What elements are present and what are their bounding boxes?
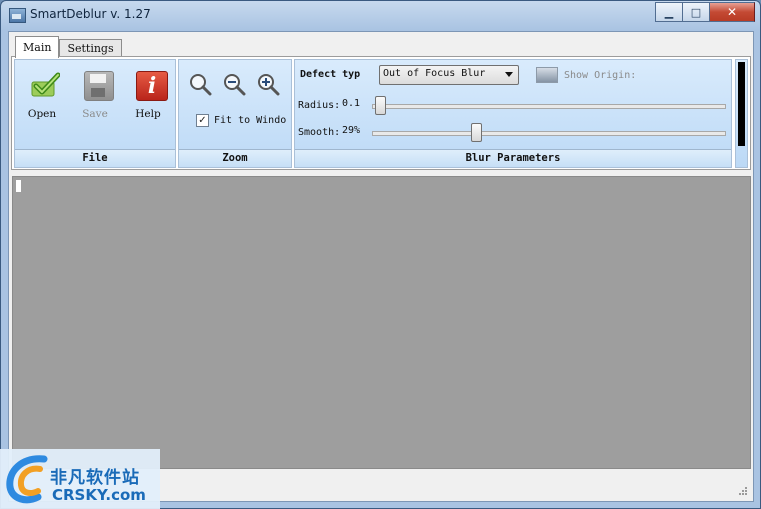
zoom-in-icon[interactable] <box>256 72 280 96</box>
tab-main[interactable]: Main <box>15 36 60 58</box>
file-group-label: File <box>15 149 175 167</box>
title-bar[interactable]: SmartDeblur v. 1.27 ▁ □ ✕ <box>1 1 760 31</box>
close-icon: ✕ <box>726 5 738 19</box>
zoom-fit-icon[interactable] <box>188 72 212 96</box>
client-area: Main Settings Open Save i Help File ✓ Fi… <box>8 31 754 502</box>
ribbon-side-panel <box>735 59 748 168</box>
fit-to-window-checkbox[interactable]: ✓ <box>196 114 209 127</box>
info-icon: i <box>136 71 168 101</box>
show-original-label: Show Origin: <box>564 69 637 81</box>
smooth-slider-track[interactable] <box>372 131 726 136</box>
preview-strip <box>738 62 745 146</box>
canvas-cursor <box>16 180 21 192</box>
open-check-icon <box>31 72 60 97</box>
watermark-chinese-text: 非凡软件站 <box>50 468 140 488</box>
smooth-label: Smooth: <box>298 127 341 138</box>
help-label: Help <box>135 108 161 120</box>
minimize-icon: ▁ <box>664 5 674 19</box>
save-button[interactable]: Save <box>70 66 120 120</box>
window-controls: ▁ □ ✕ <box>655 2 755 22</box>
radius-slider-thumb[interactable] <box>375 96 387 115</box>
save-label: Save <box>82 108 108 120</box>
radius-slider-track[interactable] <box>372 104 726 109</box>
tab-strip: Main Settings <box>15 36 122 58</box>
chevron-down-icon <box>505 72 513 77</box>
ribbon-panel: Open Save i Help File ✓ Fit to Windo Zoo… <box>11 56 751 170</box>
watermark-logo-icon <box>6 455 48 504</box>
defect-type-label: Defect typ <box>300 69 361 80</box>
zoom-group: ✓ Fit to Windo Zoom <box>178 59 292 168</box>
zoom-group-label: Zoom <box>179 149 291 167</box>
app-window: SmartDeblur v. 1.27 ▁ □ ✕ Main Settings … <box>0 0 761 509</box>
minimize-button[interactable]: ▁ <box>655 2 682 22</box>
app-icon <box>9 8 26 23</box>
blur-parameters-group: Defect typ Out of Focus Blur Show Origin… <box>294 59 732 168</box>
picture-icon <box>536 67 558 83</box>
defect-type-select[interactable]: Out of Focus Blur <box>379 65 519 85</box>
zoom-out-icon[interactable] <box>222 72 246 96</box>
fit-to-window-label: Fit to Windo <box>214 115 287 126</box>
floppy-disk-icon <box>84 71 114 101</box>
watermark-english-text: CRSKY.com <box>52 486 146 504</box>
radius-value: 0.1 <box>342 98 361 109</box>
resize-grip-icon[interactable] <box>738 486 748 496</box>
maximize-icon: □ <box>690 5 702 19</box>
defect-type-value: Out of Focus Blur <box>383 68 486 79</box>
help-button[interactable]: i Help <box>123 66 173 120</box>
show-original-button[interactable]: Show Origin: <box>536 67 636 83</box>
open-button[interactable]: Open <box>17 66 67 120</box>
open-label: Open <box>27 108 57 120</box>
smooth-slider-thumb[interactable] <box>470 123 482 142</box>
window-title: SmartDeblur v. 1.27 <box>30 7 151 21</box>
radius-label: Radius: <box>298 100 341 111</box>
smooth-value: 29% <box>342 125 361 136</box>
blur-parameters-label: Blur Parameters <box>295 149 731 167</box>
fit-to-window-option[interactable]: ✓ Fit to Windo <box>196 114 286 127</box>
site-watermark: 非凡软件站 CRSKY.com <box>0 449 160 509</box>
maximize-button[interactable]: □ <box>682 2 709 22</box>
image-canvas[interactable] <box>12 176 751 469</box>
close-button[interactable]: ✕ <box>709 2 755 22</box>
file-group: Open Save i Help File <box>14 59 176 168</box>
